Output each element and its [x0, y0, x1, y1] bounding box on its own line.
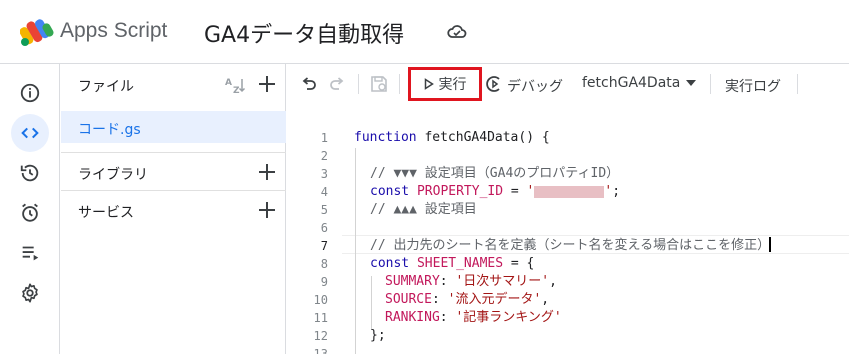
comment: // ▲▲▲ 設定項目 — [370, 202, 477, 217]
add-library-plus-icon[interactable] — [258, 163, 276, 181]
code-line-5: // ▲▲▲ 設定項目 — [370, 201, 477, 219]
indent-guide — [371, 276, 372, 330]
file-item-code-gs[interactable]: コード.gs — [61, 111, 286, 143]
comment: // 出力先のシート名を定義（シート名を変える場合はここを修正） — [370, 238, 771, 253]
code-line-3: // ▼▼▼ 設定項目（GA4のプロパティID） — [370, 165, 619, 183]
line-number: 9 — [320, 275, 328, 289]
editor-code-icon[interactable] — [11, 114, 49, 152]
play-icon — [424, 78, 434, 90]
project-title[interactable]: GA4データ自動取得 — [204, 17, 404, 49]
code-line-9: SUMMARY: '日次サマリー', — [385, 273, 557, 291]
code-text: : — [439, 274, 456, 289]
code-text: , — [549, 274, 557, 289]
redacted-property-id — [534, 185, 605, 198]
overview-info-icon[interactable] — [11, 74, 49, 112]
code-line-12: }; — [370, 327, 386, 345]
string: '日次サマリー' — [455, 274, 550, 289]
line-number: 10 — [313, 293, 328, 307]
line-number: 4 — [320, 185, 328, 199]
executions-list-icon[interactable] — [11, 234, 49, 272]
keyword: const — [370, 256, 410, 271]
top-header: Apps Script GA4データ自動取得 — [0, 0, 849, 64]
line-number: 13 — [313, 347, 328, 354]
string: ' — [526, 184, 535, 199]
redo-icon[interactable] — [327, 74, 347, 94]
files-panel: ファイル A Z コード.gs ライブラリ サービス — [61, 64, 286, 354]
variable: SHEET_NAMES — [409, 256, 504, 271]
run-button[interactable]: 実行 — [408, 67, 482, 101]
section-label-services: サービス — [78, 205, 134, 221]
execution-log-button[interactable]: 実行ログ — [725, 76, 781, 96]
section-libraries[interactable]: ライブラリ — [61, 152, 286, 190]
comment: // ▼▼▼ 設定項目（GA4のプロパティID） — [370, 166, 620, 181]
add-file-plus-icon[interactable] — [258, 75, 276, 93]
cloud-saved-icon — [447, 25, 467, 38]
apps-script-logo-icon[interactable] — [20, 17, 54, 47]
property-key: RANKING — [385, 310, 440, 325]
line-number-current: 7 — [320, 239, 328, 253]
function-select-value: fetchGA4Data — [582, 75, 681, 91]
run-label: 実行 — [438, 77, 467, 93]
app-name[interactable]: Apps Script — [60, 19, 167, 43]
property-key: SUMMARY — [385, 274, 440, 289]
code-line-8: const SHEET_NAMES = { — [370, 255, 534, 273]
debug-button[interactable]: デバッグ — [507, 76, 563, 96]
dropdown-caret-icon — [686, 80, 697, 86]
code-text: = { — [503, 256, 535, 271]
toolbar-divider — [710, 74, 711, 94]
property-key: SOURCE — [385, 292, 432, 307]
file-name: コード.gs — [78, 122, 141, 138]
code-text: fetchGA4Data() { — [416, 130, 550, 145]
code-line-10: SOURCE: '流入元データ', — [385, 291, 549, 309]
line-number: 6 — [320, 221, 328, 235]
line-number: 1 — [320, 131, 328, 145]
code-editor[interactable]: 1 2 3 4 5 6 7 8 9 10 11 12 13 function f… — [287, 104, 849, 354]
svg-text:Z: Z — [233, 86, 240, 95]
svg-text:A: A — [225, 78, 232, 88]
line-number: 5 — [320, 203, 328, 217]
line-number: 2 — [320, 149, 328, 163]
code-text: ; — [612, 184, 621, 199]
history-icon[interactable] — [11, 154, 49, 192]
section-services[interactable]: サービス — [61, 190, 286, 228]
variable: PROPERTY_ID — [409, 184, 504, 199]
sort-az-icon[interactable]: A Z — [224, 75, 246, 95]
undo-icon[interactable] — [299, 74, 319, 94]
add-service-plus-icon[interactable] — [258, 201, 276, 219]
line-number: 11 — [313, 311, 328, 325]
code-line-4: const PROPERTY_ID = ' '; — [370, 183, 620, 201]
code-text: = — [503, 184, 527, 199]
text-cursor — [769, 237, 771, 252]
string: '流入元データ' — [447, 292, 542, 307]
function-select[interactable]: fetchGA4Data — [582, 75, 697, 91]
section-label-libraries: ライブラリ — [78, 167, 148, 183]
settings-gear-icon[interactable] — [11, 274, 49, 312]
code-text: : — [431, 292, 448, 307]
line-number: 8 — [320, 257, 328, 271]
keyword: const — [370, 184, 410, 199]
code-line-11: RANKING: '記事ランキング' — [385, 309, 562, 327]
toolbar-divider — [797, 74, 798, 94]
string: '記事ランキング' — [455, 310, 562, 325]
alarm-clock-icon[interactable] — [11, 194, 49, 232]
code-line-7: // 出力先のシート名を定義（シート名を変える場合はここを修正） — [370, 237, 770, 255]
toolbar-divider — [399, 74, 400, 94]
left-rail — [0, 64, 60, 354]
files-header: ファイル A Z — [61, 64, 286, 104]
code-text: , — [541, 292, 550, 307]
code-text: : — [439, 310, 456, 325]
toolbar-divider — [358, 74, 359, 94]
save-icon[interactable] — [369, 74, 389, 94]
editor-toolbar: 実行 デバッグ fetchGA4Data 実行ログ — [287, 64, 849, 104]
keyword: function — [354, 130, 417, 145]
code-text: }; — [370, 328, 386, 343]
debug-icon[interactable] — [485, 74, 505, 94]
code-line-1: function fetchGA4Data() { — [354, 129, 550, 147]
line-number: 3 — [320, 167, 328, 181]
files-title: ファイル — [78, 79, 134, 95]
line-number: 12 — [313, 329, 328, 343]
indent-guide — [355, 148, 356, 354]
